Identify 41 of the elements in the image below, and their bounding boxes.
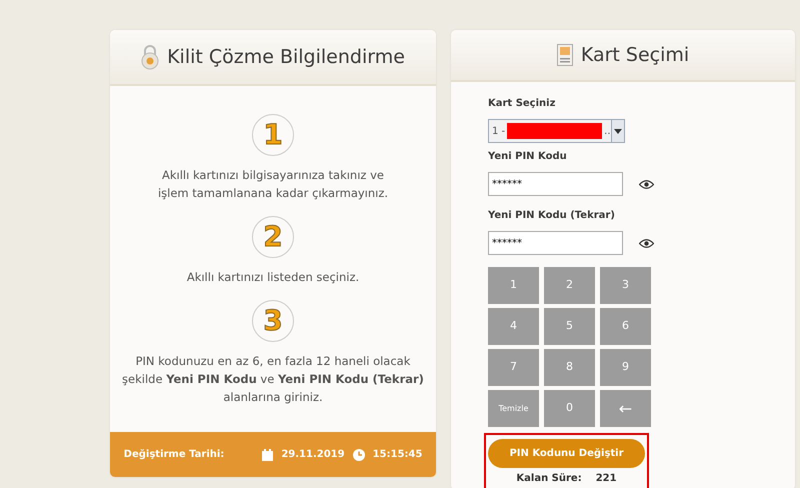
digit-key[interactable]: 4 [488, 308, 539, 345]
change-time: 15:15:45 [372, 448, 422, 462]
digit-key[interactable]: 0 [544, 390, 595, 427]
digit-key[interactable]: 8 [544, 349, 595, 386]
panel-title: Kart Seçimi [580, 42, 690, 68]
clear-key[interactable]: Temizle [488, 390, 539, 427]
digit-key[interactable]: 3 [600, 267, 651, 304]
step-text: PIN kodunuzu en az 6, en fazla 12 haneli olacak şekilde Yeni PIN Kodu ve Yeni PIN Kodu (Tekrar) alanlarına giriniz. [121, 353, 425, 406]
backspace-key[interactable]: ← [600, 390, 651, 427]
digit-key[interactable]: 9 [600, 349, 651, 386]
change-date: 29.11.2019 [281, 448, 345, 462]
padlock-icon [141, 44, 160, 70]
change-pin-button[interactable]: PIN Kodunu Değiştir [488, 439, 645, 468]
eye-icon[interactable] [639, 180, 654, 188]
panel-title: Kilit Çözme Bilgilendirme [167, 44, 405, 70]
calendar-icon [262, 448, 274, 460]
timer-value: 221 [596, 472, 617, 486]
step-text: Akıllı kartınızı bilgisayarınıza takınız ve işlem tamamlanana kadar çıkarmayınız. [156, 167, 390, 202]
dropdown-caret-icon [614, 128, 622, 134]
step-number: 3 [252, 300, 294, 342]
field-label: Yeni PIN Kodu (Tekrar) [488, 209, 616, 223]
field-label: Kart Seçiniz [488, 97, 556, 111]
timer-label: Kalan Süre: [516, 472, 582, 486]
id-card-icon [556, 44, 573, 66]
digit-key[interactable]: 7 [488, 349, 539, 386]
step-number: 1 [252, 114, 294, 156]
card-select[interactable]: 1 - .. [488, 119, 625, 143]
step-text: Akıllı kartınızı listeden seçiniz. [186, 269, 360, 286]
digit-key[interactable]: 5 [544, 308, 595, 345]
digit-key[interactable]: 6 [600, 308, 651, 345]
eye-icon[interactable] [639, 238, 654, 248]
pin-field[interactable]: ****** [488, 231, 623, 255]
footer-label: Değiştirme Tarihi: [124, 448, 224, 462]
step-number: 2 [252, 216, 294, 258]
select-value-ellipsis: .. [604, 124, 611, 138]
clock-icon [352, 448, 365, 460]
digit-key[interactable]: 1 [488, 267, 539, 304]
digit-key[interactable]: 2 [544, 267, 595, 304]
pin-field[interactable]: ****** [488, 172, 623, 196]
field-label: Yeni PIN Kodu [488, 150, 568, 164]
select-value: 1 - [492, 124, 506, 138]
